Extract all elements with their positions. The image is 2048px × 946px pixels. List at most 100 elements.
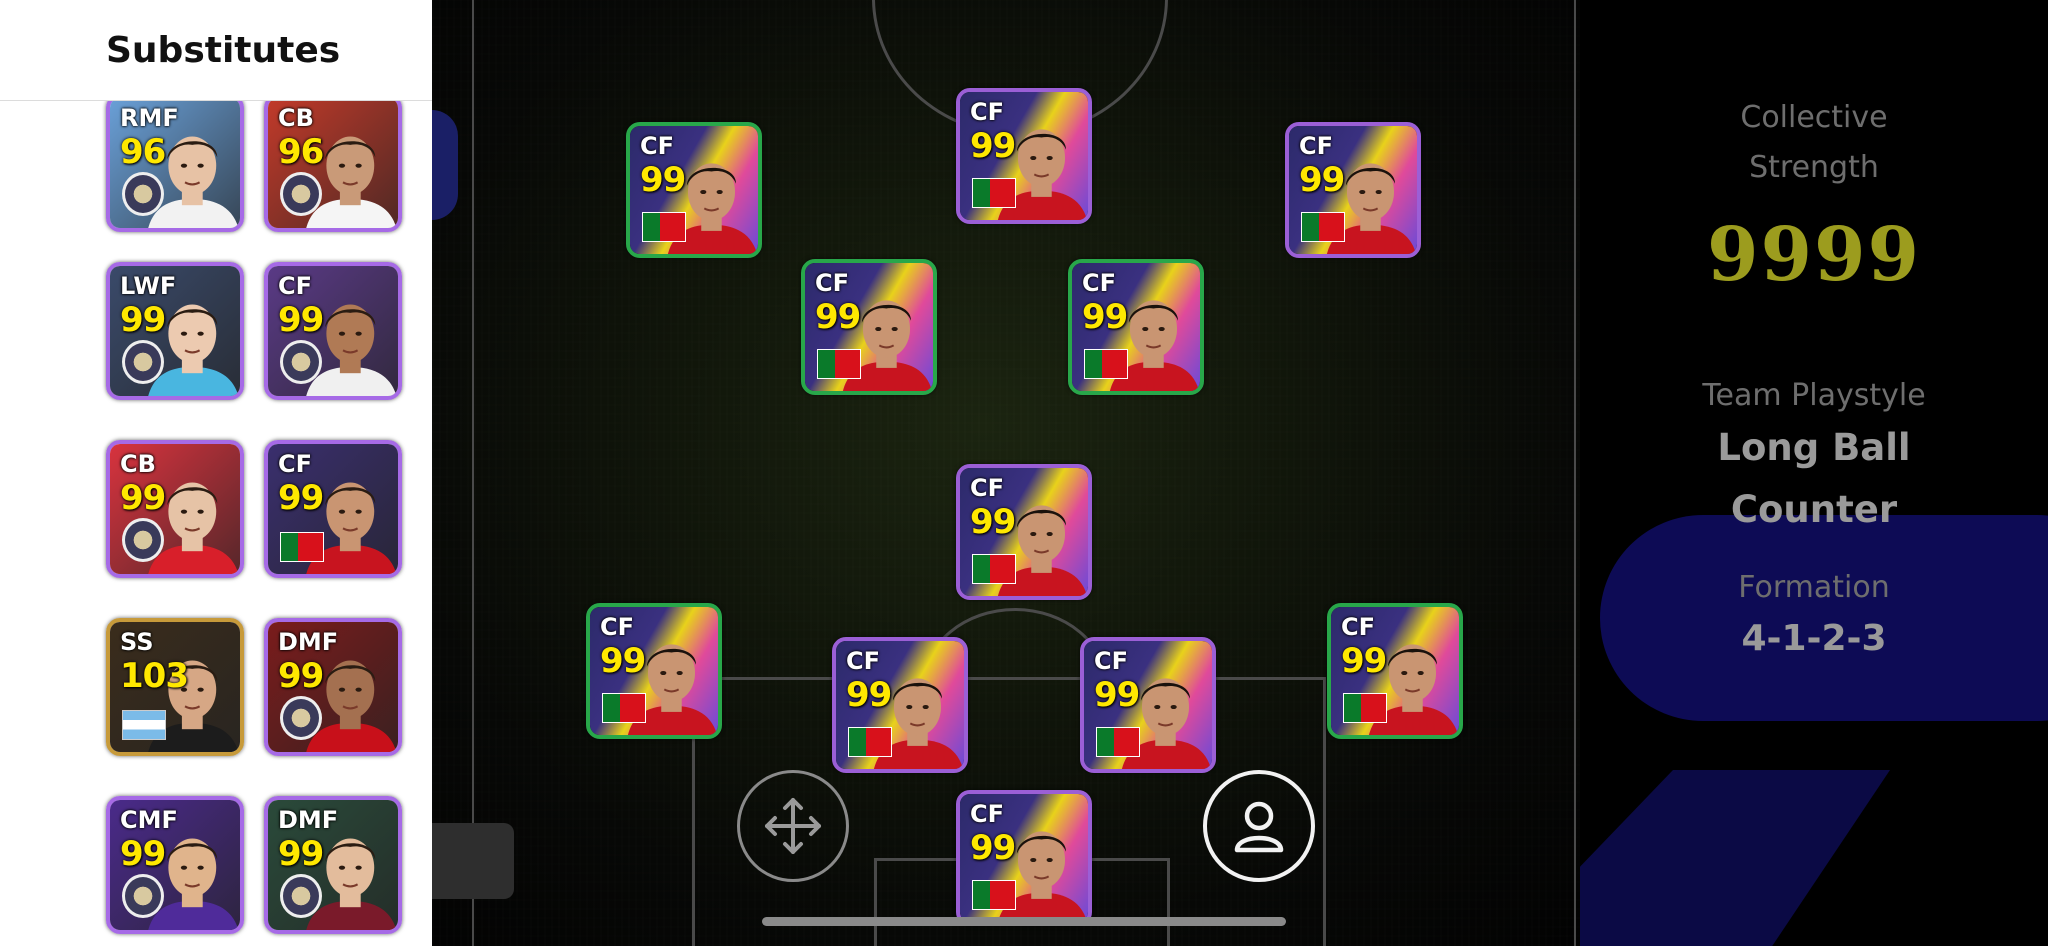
formation-label: Formation: [1738, 570, 1890, 605]
player-rating: 99: [120, 300, 166, 340]
player-position: CF: [278, 450, 313, 478]
team-playstyle-label: Team Playstyle: [1702, 378, 1926, 413]
pitch-player-card[interactable]: CF 99: [956, 88, 1092, 224]
player-rating: 99: [278, 300, 324, 340]
player-position: CF: [640, 132, 675, 160]
player-rating: 99: [640, 160, 686, 200]
pitch-player-card[interactable]: CF 99: [1327, 603, 1463, 739]
player-position: CB: [278, 104, 314, 132]
player-rating: 99: [1094, 675, 1140, 715]
substitute-card[interactable]: RMF 96: [106, 100, 244, 232]
pitch-player-card[interactable]: CF 99: [801, 259, 937, 395]
pitch-line-right: [1574, 0, 1576, 946]
substitutes-panel: Substitutes RMF 96 CB 96 LWF 99 CF 99 CB 99 CF 99 SS…: [0, 0, 432, 946]
player-rating: 99: [970, 126, 1016, 166]
collective-strength-label-1: Collective: [1740, 100, 1888, 135]
club-badge-icon: [280, 874, 322, 918]
player-rating: 99: [1299, 160, 1345, 200]
substitutes-list[interactable]: RMF 96 CB 96 LWF 99 CF 99 CB 99 CF 99 SS 103 DMF 99 CMF 9…: [0, 100, 432, 946]
move-button[interactable]: [737, 770, 849, 882]
substitute-card[interactable]: CF 99: [264, 262, 402, 400]
club-badge-icon: [122, 518, 164, 562]
pitch-player-card[interactable]: CF 99: [832, 637, 968, 773]
player-rating: 99: [815, 297, 861, 337]
portugal-flag-icon: [1343, 693, 1387, 723]
player-position: CF: [278, 272, 313, 300]
substitute-card[interactable]: SS 103: [106, 618, 244, 756]
team-playstyle-value-2: Counter: [1730, 488, 1898, 531]
pitch-player-card[interactable]: CF 99: [1285, 122, 1421, 258]
player-position: CF: [846, 647, 881, 675]
substitutes-title: Substitutes: [106, 30, 341, 71]
player-position: RMF: [120, 104, 179, 132]
pitch-player-card[interactable]: CF 99: [586, 603, 722, 739]
club-badge-icon: [280, 172, 322, 216]
pitch-player-card[interactable]: CF 99: [626, 122, 762, 258]
pitch-player-card[interactable]: CF 99: [1080, 637, 1216, 773]
player-position: CF: [1094, 647, 1129, 675]
pitch-player-card[interactable]: CF 99: [1068, 259, 1204, 395]
ghost-shape: [432, 110, 458, 220]
info-slash-decoration: [1580, 770, 1890, 946]
portugal-flag-icon: [972, 554, 1016, 584]
player-position: SS: [120, 628, 154, 656]
player-position: LWF: [120, 272, 177, 300]
move-arrows-icon: [765, 798, 821, 854]
substitute-card[interactable]: CF 99: [264, 440, 402, 578]
portugal-flag-icon: [1096, 727, 1140, 757]
pitch-player-card[interactable]: CF 99: [956, 790, 1092, 926]
player-rating: 103: [120, 656, 189, 696]
player-rating: 99: [600, 641, 646, 681]
pitch-player-card[interactable]: CF 99: [956, 464, 1092, 600]
argentina-flag-icon: [122, 710, 166, 740]
substitute-card[interactable]: LWF 99: [106, 262, 244, 400]
portugal-flag-icon: [848, 727, 892, 757]
club-badge-icon: [122, 172, 164, 216]
collapse-handle[interactable]: [432, 823, 514, 899]
player-rating: 99: [970, 828, 1016, 868]
portugal-flag-icon: [602, 693, 646, 723]
formation-value: 4-1-2-3: [1741, 618, 1887, 659]
portugal-flag-icon: [1084, 349, 1128, 379]
team-playstyle-value-1: Long Ball: [1717, 426, 1911, 469]
substitute-card[interactable]: CB 96: [264, 100, 402, 232]
player-position: DMF: [278, 628, 339, 656]
portugal-flag-icon: [817, 349, 861, 379]
player-rating: 96: [120, 132, 166, 172]
player-position: CF: [1082, 269, 1117, 297]
club-badge-icon: [122, 874, 164, 918]
portugal-flag-icon: [1301, 212, 1345, 242]
player-rating: 99: [1082, 297, 1128, 337]
substitute-card[interactable]: DMF 99: [264, 796, 402, 934]
portugal-flag-icon: [972, 178, 1016, 208]
team-info-panel: Collective Strength 9999 Team Playstyle …: [1580, 0, 2048, 946]
portugal-flag-icon: [972, 880, 1016, 910]
player-rating: 99: [1341, 641, 1387, 681]
player-position: CF: [970, 800, 1005, 828]
player-position: CF: [1341, 613, 1376, 641]
player-position: CF: [600, 613, 635, 641]
pitch-line-left: [472, 0, 474, 946]
club-badge-icon: [280, 696, 322, 740]
substitute-card[interactable]: DMF 99: [264, 618, 402, 756]
player-details-button[interactable]: [1203, 770, 1315, 882]
club-badge-icon: [280, 340, 322, 384]
player-rating: 99: [278, 656, 324, 696]
club-badge-icon: [122, 340, 164, 384]
portugal-flag-icon: [280, 532, 324, 562]
player-position: CB: [120, 450, 156, 478]
player-rating: 96: [278, 132, 324, 172]
substitute-card[interactable]: CB 99: [106, 440, 244, 578]
collective-strength-label-2: Strength: [1749, 150, 1879, 185]
player-rating: 99: [846, 675, 892, 715]
player-position: CMF: [120, 806, 178, 834]
player-position: CF: [1299, 132, 1334, 160]
home-indicator: [762, 917, 1286, 926]
portugal-flag-icon: [642, 212, 686, 242]
substitutes-header: Substitutes: [0, 0, 432, 101]
player-rating: 99: [970, 502, 1016, 542]
substitute-card[interactable]: CMF 99: [106, 796, 244, 934]
person-icon: [1234, 801, 1284, 853]
collective-strength-value: 9999: [1707, 212, 1921, 298]
player-rating: 99: [278, 478, 324, 518]
